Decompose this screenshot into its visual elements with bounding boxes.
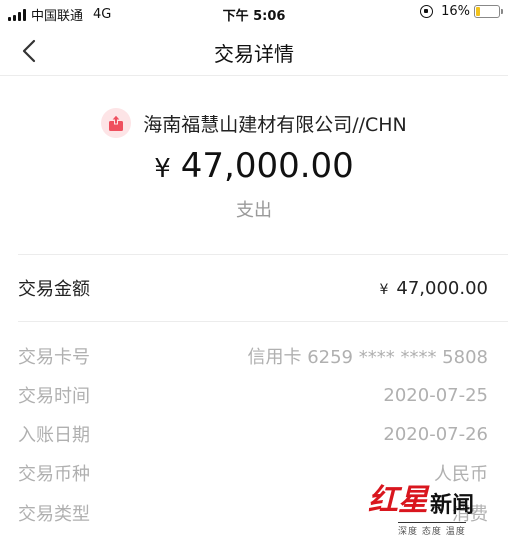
watermark-brand-red: 红星 — [368, 483, 428, 518]
detail-value: 2020-07-26 — [383, 423, 488, 445]
battery-percent: 16% — [441, 4, 470, 19]
merchant-header: 海南福慧山建材有限公司//CHN — [0, 108, 508, 138]
divider — [18, 254, 508, 255]
amount-value: 47,000.00 — [396, 277, 488, 299]
detail-label: 入账日期 — [18, 425, 90, 446]
detail-row-amount: 交易金额 ¥47,000.00 — [18, 274, 488, 302]
detail-label: 交易类型 — [18, 504, 90, 525]
news-watermark-logo: 红星 新闻 深度 态度 温度 — [368, 475, 498, 537]
divider — [18, 321, 508, 322]
detail-label: 交易卡号 — [18, 347, 90, 368]
detail-row-time: 交易时间 2020-07-25 — [18, 381, 488, 409]
detail-value: 2020-07-25 — [383, 384, 488, 406]
merchant-icon — [101, 108, 132, 138]
currency-symbol: ¥ — [154, 154, 171, 184]
status-right: 16% — [420, 4, 503, 19]
detail-value: 信用卡 6259 **** **** 5808 — [247, 347, 488, 368]
detail-row-posting-date: 入账日期 2020-07-26 — [18, 420, 488, 448]
merchant-name: 海南福慧山建材有限公司//CHN — [143, 113, 407, 136]
nav-header: 交易详情 — [0, 26, 508, 76]
status-bar: 中国联通 4G 下午 5:06 16% — [0, 0, 508, 26]
currency-symbol: ¥ — [379, 281, 389, 298]
watermark-slogan: 深度 态度 温度 — [398, 522, 466, 537]
detail-label: 交易时间 — [18, 386, 90, 407]
amount-value: 47,000.00 — [180, 146, 354, 186]
rotation-lock-icon — [420, 5, 434, 18]
battery-fill — [476, 7, 480, 16]
watermark-brand-black: 新闻 — [430, 492, 475, 518]
outgoing-payment-icon — [109, 114, 124, 131]
battery-icon — [474, 5, 503, 18]
detail-label: 交易金额 — [18, 279, 90, 300]
detail-value: ¥47,000.00 — [379, 278, 488, 299]
detail-row-card: 交易卡号 信用卡 6259 **** **** 5808 — [18, 342, 488, 370]
page-title: 交易详情 — [214, 42, 294, 66]
transaction-direction: 支出 — [236, 200, 272, 221]
detail-label: 交易币种 — [18, 464, 90, 485]
transaction-amount: ¥47,000.00 — [0, 146, 508, 186]
